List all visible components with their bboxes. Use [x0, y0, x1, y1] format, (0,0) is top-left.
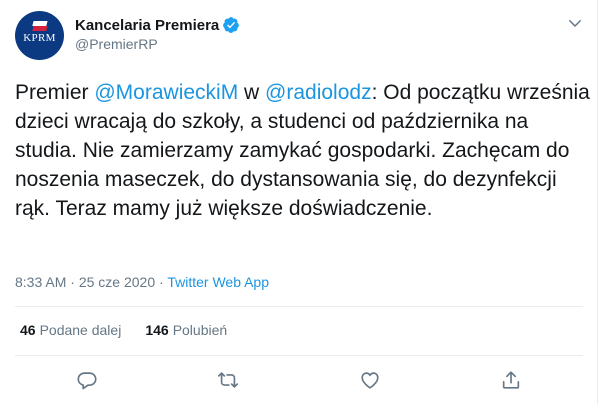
likes-stat[interactable]: 146 Polubień — [145, 322, 227, 338]
like-icon[interactable] — [359, 369, 381, 391]
verified-badge-icon — [222, 16, 240, 34]
share-icon[interactable] — [500, 369, 522, 391]
tweet-text-lead: Premier — [15, 81, 95, 104]
tweet-date[interactable]: 25 cze 2020 — [79, 274, 155, 290]
reply-icon[interactable] — [76, 369, 98, 391]
tweet-time[interactable]: 8:33 AM — [15, 274, 66, 290]
tweet-source-link[interactable]: Twitter Web App — [167, 274, 269, 290]
likes-label: Polubień — [172, 322, 228, 338]
retweet-icon[interactable] — [217, 369, 239, 391]
retweets-stat[interactable]: 46 Podane dalej — [20, 322, 121, 338]
author-handle[interactable]: @PremierRP — [75, 36, 158, 52]
mention-link[interactable]: @radiolodz — [265, 81, 372, 104]
tweet-text-connector: w — [238, 81, 266, 104]
divider — [15, 355, 583, 356]
meta-separator: · — [66, 274, 79, 290]
author-display-name[interactable]: Kancelaria Premiera — [75, 17, 219, 34]
avatar[interactable]: KPRM — [15, 11, 64, 60]
author-name-row: Kancelaria Premiera — [75, 15, 240, 35]
tweet-card: KPRM Kancelaria Premiera @PremierRP Prem… — [0, 0, 598, 404]
flag-icon — [32, 21, 48, 30]
likes-count: 146 — [145, 322, 169, 338]
tweet-stats: 46 Podane dalej 146 Polubień — [20, 322, 251, 338]
retweets-count: 46 — [20, 322, 36, 338]
meta-separator: · — [155, 274, 168, 290]
avatar-logo-text: KPRM — [23, 32, 56, 44]
divider — [15, 306, 583, 307]
tweet-meta: 8:33 AM · 25 cze 2020 · Twitter Web App — [15, 274, 269, 290]
mention-link[interactable]: @MorawieckiM — [94, 81, 238, 104]
retweets-label: Podane dalej — [39, 322, 122, 338]
chevron-down-icon[interactable] — [566, 14, 584, 32]
tweet-text: Premier @MorawieckiM w @radiolodz: Od po… — [15, 78, 590, 223]
